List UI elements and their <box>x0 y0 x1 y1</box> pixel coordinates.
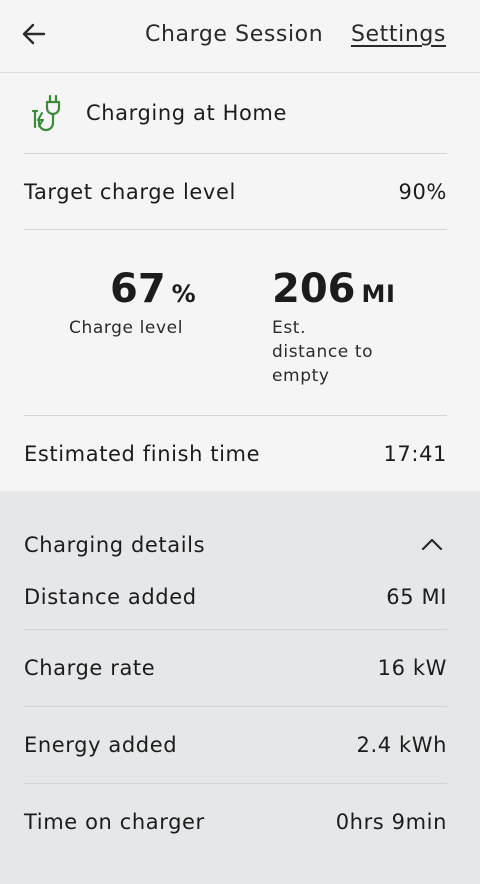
detail-label: Time on charger <box>24 810 205 834</box>
finish-time-label: Estimated finish time <box>24 442 261 466</box>
range-value: 206 <box>272 266 356 312</box>
charge-level-value: 67 <box>110 266 166 312</box>
ev-plug-icon <box>31 94 61 132</box>
detail-value: 2.4 kWh <box>356 733 447 757</box>
charge-level-unit: % <box>171 280 197 308</box>
range-caption: Est. distance to empty <box>272 316 422 388</box>
detail-row-energy-added: Energy added 2.4 kWh <box>24 707 447 784</box>
app-header: Charge Session Settings <box>0 0 480 73</box>
range-unit: MI <box>361 280 396 308</box>
finish-time-row: Estimated finish time 17:41 <box>24 416 447 493</box>
detail-label: Charge rate <box>24 656 156 680</box>
back-arrow-icon[interactable] <box>20 20 48 48</box>
detail-value: 16 kW <box>377 656 447 680</box>
range-stat: 206 MI Est. distance to empty <box>272 266 422 388</box>
target-charge-row[interactable]: Target charge level 90% <box>24 154 447 230</box>
charging-location-row: Charging at Home <box>24 73 447 154</box>
chevron-up-icon[interactable] <box>419 532 445 558</box>
session-summary: Charging at Home Target charge level 90%… <box>24 73 447 493</box>
charge-level-stat: 67% Charge level <box>69 266 196 340</box>
detail-row-charge-rate: Charge rate 16 kW <box>24 630 447 707</box>
settings-link[interactable]: Settings <box>351 22 446 47</box>
detail-value: 0hrs 9min <box>335 810 447 834</box>
charging-location-label: Charging at Home <box>86 101 287 125</box>
detail-row-time-on-charger: Time on charger 0hrs 9min <box>24 784 447 860</box>
charge-level-caption: Charge level <box>69 318 184 338</box>
range-caption-line: empty <box>272 366 330 386</box>
page-title: Charge Session <box>145 22 324 47</box>
target-charge-value: 90% <box>398 179 447 204</box>
charging-details-title: Charging details <box>24 533 206 557</box>
detail-value: 65 MI <box>386 585 447 609</box>
detail-label: Distance added <box>24 585 197 609</box>
detail-row-distance-added: Distance added 65 MI <box>24 565 447 630</box>
charging-details-panel: Charging details Distance added 65 MI Ch… <box>0 491 480 884</box>
charge-stats: 67% Charge level 206 MI Est. distance to … <box>24 230 447 416</box>
detail-label: Energy added <box>24 733 178 757</box>
range-caption-line: distance to <box>272 342 374 362</box>
finish-time-value: 17:41 <box>383 442 447 466</box>
range-caption-line: Est. <box>272 318 307 338</box>
target-charge-label: Target charge level <box>24 179 236 204</box>
